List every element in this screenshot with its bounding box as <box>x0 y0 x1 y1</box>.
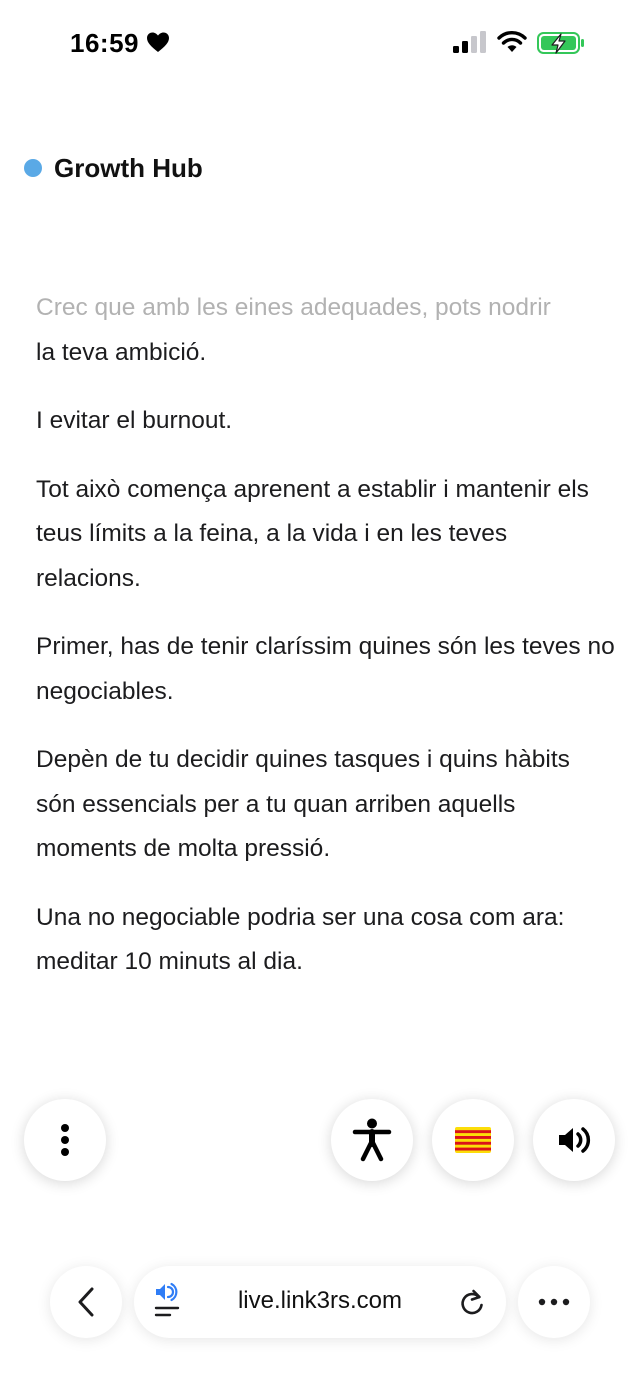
back-chevron-icon <box>78 1287 94 1317</box>
accessibility-button[interactable] <box>331 1099 413 1181</box>
paragraph: Depèn de tu decidir quines tasques i qui… <box>36 738 616 872</box>
more-vertical-icon <box>61 1124 69 1156</box>
options-menu-button[interactable] <box>24 1099 106 1181</box>
paragraph-text: Depèn de tu decidir quines tasques i qui… <box>36 746 570 862</box>
paragraph: Primer, has de tenir claríssim quines só… <box>36 625 616 714</box>
wifi-icon <box>497 31 527 52</box>
paragraph-faded-text: Crec que amb les eines adequades, pots n… <box>36 294 551 321</box>
paragraph: Una no negociable podria ser una cosa co… <box>36 896 616 985</box>
paragraph: Tot això comença aprenent a establir i m… <box>36 468 616 602</box>
brand-header: Growth Hub <box>24 152 203 184</box>
back-button[interactable] <box>50 1266 122 1338</box>
catalan-flag-icon <box>455 1127 491 1153</box>
paragraph: I evitar el burnout. <box>36 399 616 444</box>
paragraph: Crec que amb les eines adequades, pots n… <box>36 286 616 375</box>
paragraph-text: Tot això comença aprenent a establir i m… <box>36 475 589 592</box>
battery-charging-icon <box>537 32 584 54</box>
paragraph-text: Primer, has de tenir claríssim quines só… <box>36 633 615 705</box>
listen-button[interactable] <box>533 1099 615 1181</box>
more-horizontal-icon <box>538 1298 570 1306</box>
accessibility-icon <box>352 1118 392 1162</box>
signal-icon <box>453 31 486 53</box>
more-options-button[interactable] <box>518 1266 590 1338</box>
paragraph-text: Una no negociable podria ser una cosa co… <box>36 903 565 976</box>
brand-dot <box>24 159 42 177</box>
article-content: Crec que amb les eines adequades, pots n… <box>36 286 616 1009</box>
paragraph-text: la teva ambició. <box>36 338 207 366</box>
url-text[interactable]: live.link3rs.com <box>134 1287 506 1315</box>
heart-icon <box>147 32 169 52</box>
language-button[interactable] <box>432 1099 514 1181</box>
address-bar[interactable]: live.link3rs.com <box>134 1266 506 1338</box>
status-time: 16:59 <box>70 28 139 58</box>
speaker-icon <box>559 1127 591 1153</box>
brand-name: Growth Hub <box>54 152 203 183</box>
paragraph-text: I evitar el burnout. <box>36 407 233 434</box>
reload-icon[interactable] <box>458 1287 486 1317</box>
status-bar: 16:59 <box>0 0 640 90</box>
